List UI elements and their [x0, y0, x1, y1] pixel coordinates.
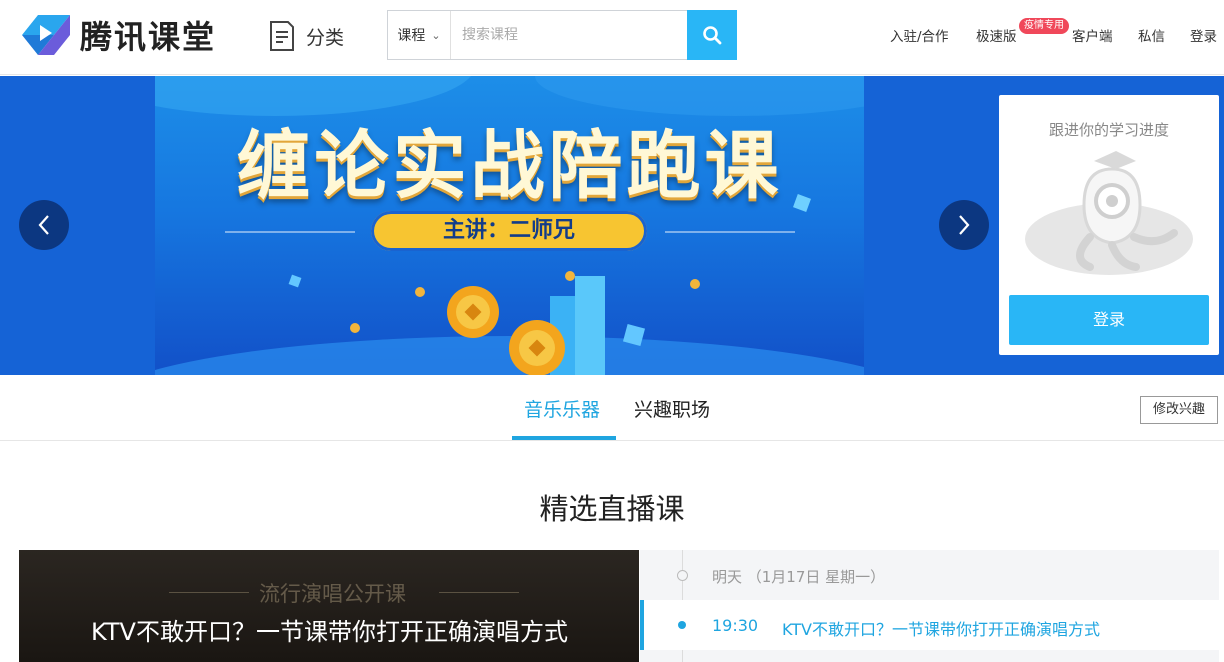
category-label: 分类	[306, 26, 345, 49]
search-scope-select[interactable]: 课程 ⌄	[388, 11, 451, 59]
banner-divider-right	[665, 231, 795, 233]
promo-banner[interactable]: 缠论实战陪跑课 主讲：二师兄	[155, 76, 864, 375]
search-bar: 课程 ⌄	[387, 10, 737, 60]
login-card: 跟进你的学习进度 登录	[999, 95, 1219, 355]
chevron-right-icon	[959, 215, 970, 235]
banner-title: 缠论实战陪跑课	[236, 123, 783, 209]
schedule-time: 19:30	[712, 616, 759, 635]
banner-prev-button[interactable]	[19, 200, 69, 250]
search-scope-label: 课程	[397, 28, 426, 44]
site-header: 腾讯课堂 分类 课程 ⌄ 入驻/合作 极速版 疫情专用 客户端 私信 登录	[0, 0, 1224, 75]
timeline-active-dot	[678, 621, 686, 629]
featured-bg-caption: 流行演唱公开课	[259, 582, 406, 606]
category-menu[interactable]: 分类	[268, 20, 344, 52]
timeline-date-dot	[677, 570, 688, 581]
section-title: 精选直播课	[539, 492, 685, 526]
nav-login[interactable]: 登录	[1190, 25, 1217, 45]
chevron-left-icon	[38, 215, 49, 235]
chevron-down-icon: ⌄	[431, 28, 441, 42]
active-tab-indicator	[512, 436, 616, 440]
search-icon	[703, 26, 722, 45]
logo[interactable]: 腾讯课堂	[18, 11, 216, 59]
tab-music-instruments[interactable]: 音乐乐器	[524, 395, 600, 422]
search-button[interactable]	[687, 10, 737, 60]
nav-messages[interactable]: 私信	[1138, 25, 1165, 45]
featured-course-title: KTV不敢开口？一节课带你打开正确演唱方式	[91, 618, 568, 646]
live-schedule: 明天 （1月17日 星期一） 19:30 KTV不敢开口？一节课带你打开正确演唱…	[640, 550, 1219, 662]
caption-divider-left	[169, 592, 249, 593]
interest-tabs: 音乐乐器 兴趣职场 修改兴趣	[0, 375, 1224, 441]
tab-interest-career[interactable]: 兴趣职场	[634, 395, 710, 422]
epidemic-badge: 疫情专用	[1019, 18, 1069, 34]
nav-join[interactable]: 入驻/合作	[890, 25, 949, 45]
schedule-date: 明天 （1月17日 星期一）	[712, 568, 886, 586]
list-icon	[270, 21, 294, 51]
learning-progress-text: 跟进你的学习进度	[1048, 121, 1169, 139]
nav-client[interactable]: 客户端	[1072, 25, 1113, 45]
logo-text: 腾讯课堂	[80, 18, 217, 56]
featured-live-course[interactable]: 流行演唱公开课 KTV不敢开口？一节课带你打开正确演唱方式	[19, 550, 639, 662]
banner-next-button[interactable]	[939, 200, 989, 250]
banner-subtitle: 主讲：二师兄	[371, 211, 647, 251]
nav-lite-version[interactable]: 极速版	[976, 25, 1017, 45]
edit-interests-button[interactable]: 修改兴趣	[1140, 396, 1218, 424]
mascot-illustration	[1025, 151, 1193, 275]
search-input[interactable]	[451, 11, 687, 59]
schedule-course-title[interactable]: KTV不敢开口？一节课带你打开正确演唱方式	[782, 616, 1100, 640]
banner-divider-left	[225, 231, 355, 233]
login-button[interactable]: 登录	[1009, 295, 1209, 345]
logo-play-icon	[22, 15, 70, 55]
caption-divider-right	[439, 592, 519, 593]
